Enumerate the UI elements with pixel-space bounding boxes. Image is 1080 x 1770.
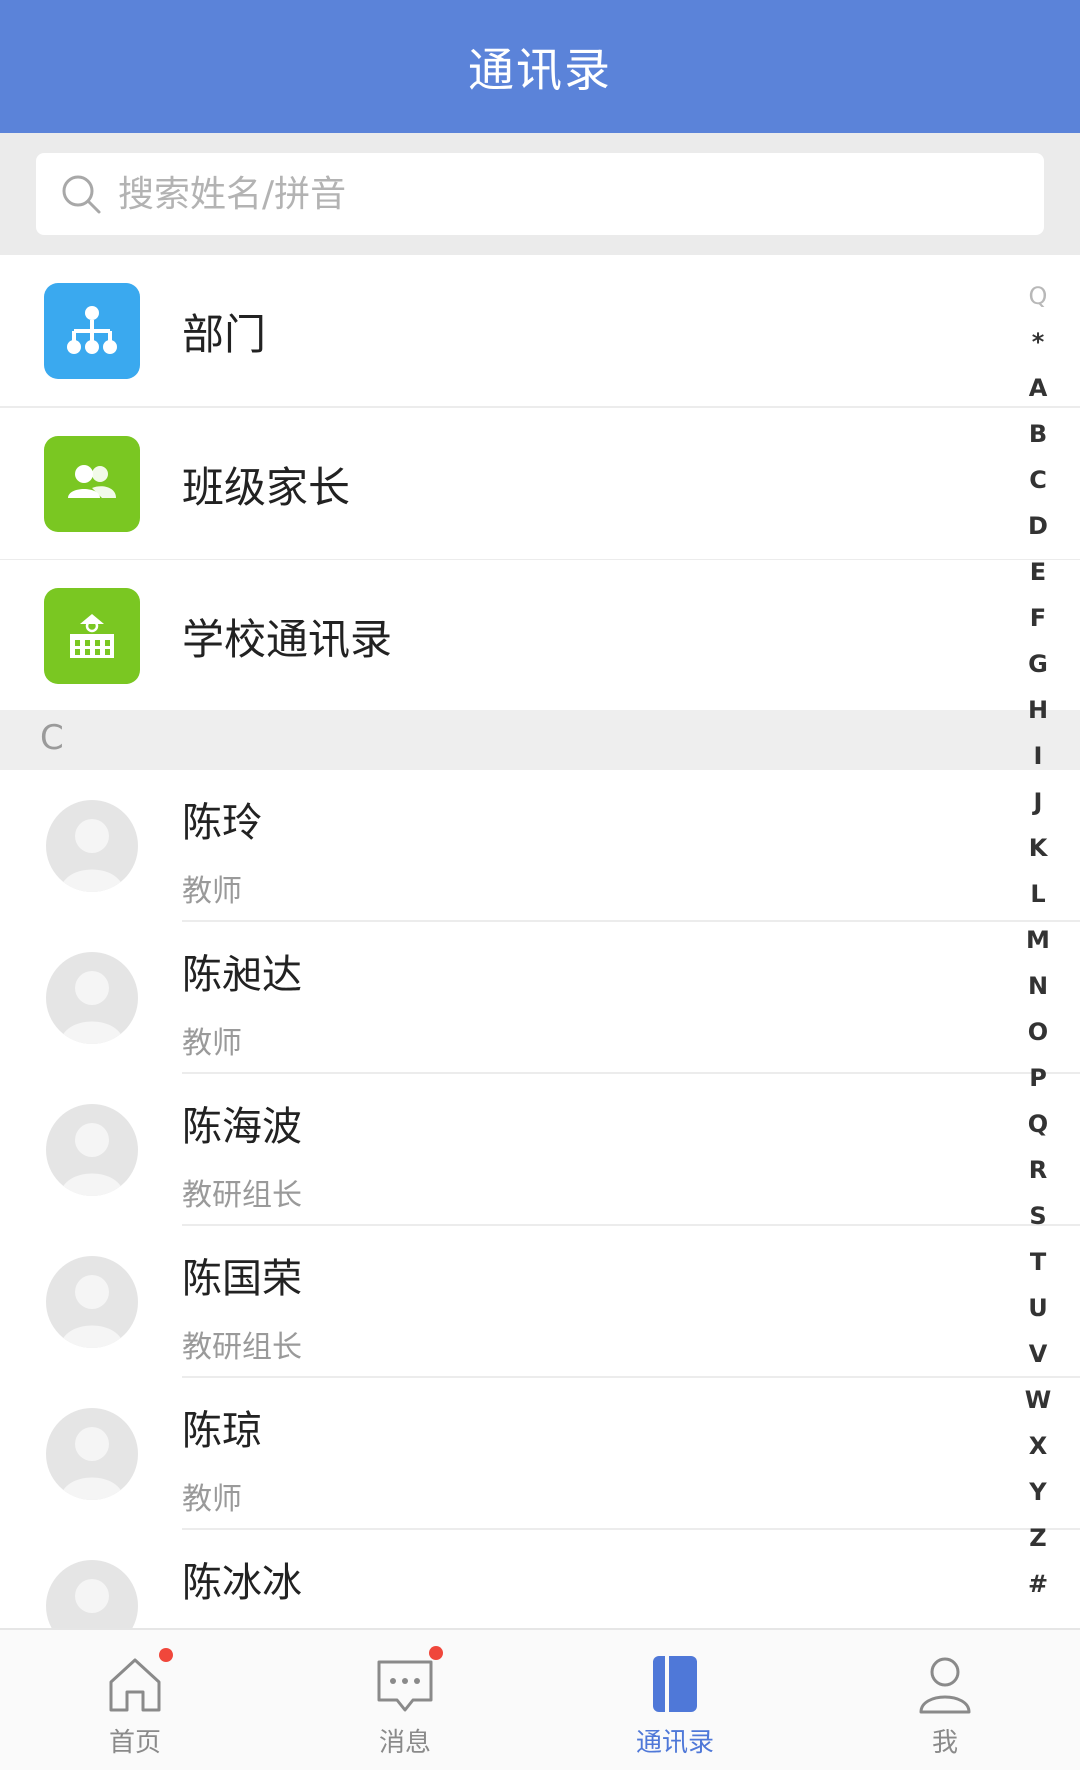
menu-item-label: 班级家长 — [182, 462, 351, 512]
contact-role: 教师 — [182, 1482, 242, 1517]
header-bar: 通讯录 — [0, 0, 1080, 133]
index-letter[interactable]: Y — [1018, 1478, 1058, 1506]
tab-label: 通讯录 — [635, 1728, 714, 1758]
contact-role: 教师 — [182, 1026, 242, 1061]
index-letter[interactable]: * — [1018, 328, 1058, 356]
page-title: 通讯录 — [468, 42, 612, 97]
list-item[interactable]: 陈昶达 教师 — [0, 922, 1080, 1074]
contact-role: 教研组长 — [182, 1178, 302, 1213]
index-letter[interactable]: I — [1018, 742, 1058, 770]
index-letter[interactable]: H — [1018, 696, 1058, 724]
avatar — [46, 952, 138, 1044]
alphabet-index[interactable]: Q * A B C D E F G H I J K L M N O P Q R S T U V W X Y Z # — [1018, 282, 1058, 1622]
search-input[interactable] — [116, 172, 1020, 216]
index-letter[interactable]: P — [1018, 1064, 1058, 1092]
contact-name: 陈玲 — [182, 800, 262, 846]
list-item[interactable]: 陈琼 教师 — [0, 1378, 1080, 1530]
menu-item-label: 学校通讯录 — [182, 614, 393, 664]
section-letter: C — [40, 718, 64, 758]
index-letter[interactable]: R — [1018, 1156, 1058, 1184]
contact-role: 教师 — [182, 874, 242, 909]
bottom-tab-bar: 首页 消息 通讯录 我 — [0, 1628, 1080, 1770]
avatar — [46, 1104, 138, 1196]
tab-label: 我 — [931, 1728, 958, 1758]
index-letter[interactable]: G — [1018, 650, 1058, 678]
index-letter[interactable]: X — [1018, 1432, 1058, 1460]
index-letter[interactable]: C — [1018, 466, 1058, 494]
contact-role: 教研组长 — [182, 1330, 302, 1365]
contacts-icon — [653, 1656, 697, 1712]
list-item[interactable]: 陈海波 教研组长 — [0, 1074, 1080, 1226]
index-letter[interactable]: Z — [1018, 1524, 1058, 1552]
org-chart-icon — [44, 283, 140, 379]
tab-home[interactable]: 首页 — [0, 1630, 270, 1770]
avatar — [46, 800, 138, 892]
index-letter[interactable]: L — [1018, 880, 1058, 908]
index-letter[interactable]: S — [1018, 1202, 1058, 1230]
avatar — [46, 1408, 138, 1500]
index-letter[interactable]: D — [1018, 512, 1058, 540]
contact-name: 陈国荣 — [182, 1256, 302, 1302]
index-letter[interactable]: A — [1018, 374, 1058, 402]
tab-label: 消息 — [378, 1728, 431, 1758]
notification-badge — [159, 1648, 173, 1662]
menu-item-label: 部门 — [182, 309, 267, 359]
people-icon — [44, 436, 140, 532]
contact-name: 陈冰冰 — [182, 1560, 302, 1606]
notification-badge — [429, 1646, 443, 1660]
section-header-c: C — [0, 710, 1080, 770]
tab-messages[interactable]: 消息 — [270, 1630, 540, 1770]
menu-item-department[interactable]: 部门 — [0, 255, 1080, 407]
tab-label: 首页 — [108, 1728, 161, 1758]
contact-name: 陈海波 — [182, 1104, 302, 1150]
index-letter[interactable]: K — [1018, 834, 1058, 862]
search-icon — [62, 175, 101, 214]
school-icon — [44, 588, 140, 684]
index-letter[interactable]: W — [1018, 1386, 1058, 1414]
contact-name: 陈昶达 — [182, 952, 302, 998]
index-letter[interactable]: E — [1018, 558, 1058, 586]
avatar — [46, 1256, 138, 1348]
index-letter[interactable]: # — [1018, 1570, 1058, 1598]
menu-item-class-parents[interactable]: 班级家长 — [0, 408, 1080, 560]
list-item[interactable]: 陈国荣 教研组长 — [0, 1226, 1080, 1378]
contact-name: 陈琼 — [182, 1408, 262, 1454]
index-letter[interactable]: F — [1018, 604, 1058, 632]
index-letter[interactable]: J — [1018, 788, 1058, 816]
tab-contacts[interactable]: 通讯录 — [540, 1630, 810, 1770]
index-search-icon[interactable]: Q — [1018, 282, 1058, 310]
search-area — [0, 133, 1080, 255]
index-letter[interactable]: T — [1018, 1248, 1058, 1276]
index-letter[interactable]: V — [1018, 1340, 1058, 1368]
index-letter[interactable]: N — [1018, 972, 1058, 1000]
message-icon — [377, 1660, 433, 1712]
profile-icon — [919, 1657, 971, 1714]
index-letter[interactable]: B — [1018, 420, 1058, 448]
index-letter[interactable]: M — [1018, 926, 1058, 954]
index-letter[interactable]: Q — [1018, 1110, 1058, 1138]
index-letter[interactable]: U — [1018, 1294, 1058, 1322]
search-box[interactable] — [36, 153, 1044, 235]
menu-item-school-directory[interactable]: 学校通讯录 — [0, 560, 1080, 712]
tab-profile[interactable]: 我 — [810, 1630, 1080, 1770]
list-item[interactable]: 陈玲 教师 — [0, 770, 1080, 922]
index-letter[interactable]: O — [1018, 1018, 1058, 1046]
